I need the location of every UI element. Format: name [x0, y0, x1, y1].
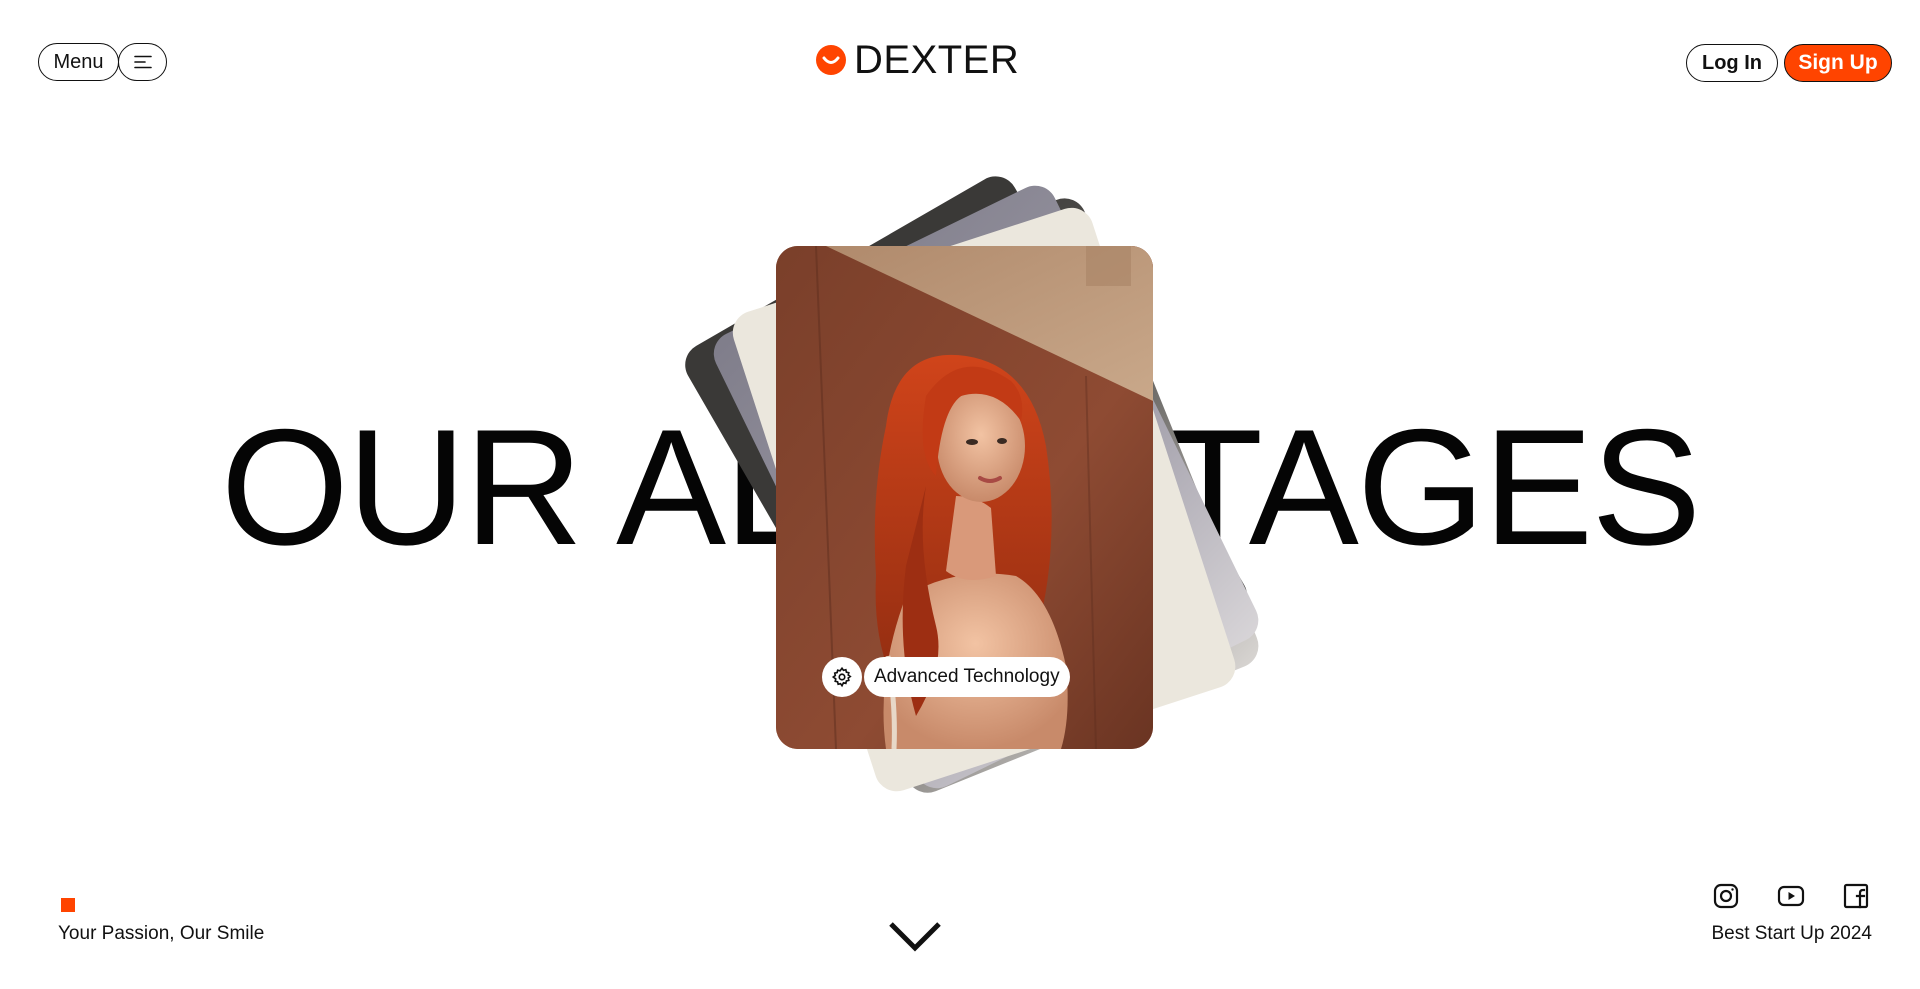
logo-text: DEXTER	[854, 38, 1020, 82]
menu-toggle-button[interactable]	[118, 43, 167, 81]
gear-icon	[822, 657, 862, 697]
menu-label: Menu	[53, 50, 104, 73]
facebook-icon[interactable]	[1842, 882, 1870, 910]
login-button[interactable]: Log In	[1686, 44, 1778, 82]
tagline: Your Passion, Our Smile	[58, 923, 265, 944]
menu-group: Menu	[38, 43, 167, 81]
page: Menu DEXTER Log In Sign Up OUR ADVANTAGE…	[0, 0, 1920, 989]
signup-button[interactable]: Sign Up	[1784, 44, 1892, 82]
hamburger-icon	[133, 55, 152, 69]
award-text: Best Start Up 2024	[1711, 923, 1872, 944]
accent-square	[61, 898, 75, 912]
social-links	[1712, 882, 1870, 910]
youtube-icon[interactable]	[1777, 882, 1805, 910]
chevron-down-icon[interactable]	[888, 920, 942, 954]
auth-buttons: Log In Sign Up	[1686, 44, 1892, 82]
logo[interactable]: DEXTER	[816, 40, 1019, 80]
card-tag-label: Advanced Technology	[864, 657, 1070, 697]
smile-icon	[816, 45, 846, 75]
menu-button[interactable]: Menu	[38, 43, 119, 81]
card-tag: Advanced Technology	[822, 657, 1070, 697]
instagram-icon[interactable]	[1712, 882, 1740, 910]
